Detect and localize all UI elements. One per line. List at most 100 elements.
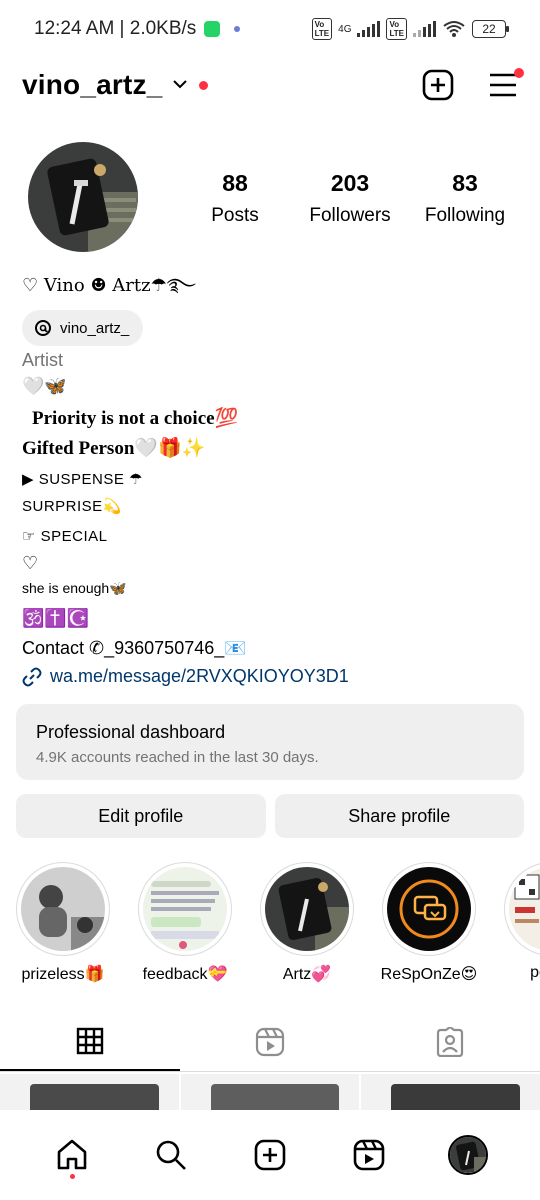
posts-count: 88	[222, 170, 248, 196]
profile-actions: Edit profile Share profile	[16, 794, 524, 838]
highlight-cover	[21, 867, 105, 951]
profile-avatar-small	[448, 1135, 489, 1175]
highlight-ring	[504, 862, 540, 956]
nav-search[interactable]	[141, 1125, 201, 1185]
account-notification-dot	[198, 80, 208, 90]
plus-square-icon	[422, 69, 454, 101]
tab-reels[interactable]	[180, 1012, 360, 1071]
followers-stat[interactable]: 203 Followers	[295, 170, 405, 227]
dashboard-subtitle: 4.9K accounts reached in the last 30 day…	[36, 749, 319, 766]
highlight-label: feedback💝	[142, 966, 228, 983]
battery-level: 22	[482, 22, 496, 36]
bio-link-text: wa.me/message/2RVXQKIOYOY3D1	[50, 666, 349, 686]
threads-icon	[35, 320, 51, 336]
highlight-ring	[16, 862, 110, 956]
dashboard-title: Professional dashboard	[36, 722, 226, 742]
profile-stats: 88 Posts 203 Followers 83 Following	[180, 170, 520, 227]
whatsapp-notification-icon	[204, 21, 221, 37]
username[interactable]: vino_artz_	[22, 69, 163, 101]
profile-category: Artist	[22, 350, 64, 370]
highlight-item[interactable]: pencil	[504, 862, 540, 992]
profile-header: vino_artz_	[22, 62, 524, 108]
posts-stat[interactable]: 88 Posts	[180, 170, 290, 227]
highlight-ring	[260, 862, 354, 956]
reels-icon	[353, 1139, 385, 1171]
highlight-label: Artz💞	[282, 966, 332, 983]
home-icon	[57, 1139, 86, 1170]
bio-line: ♡	[22, 553, 39, 573]
home-notification-dot	[69, 1174, 75, 1179]
network-type: 4G	[338, 23, 352, 35]
highlight-item[interactable]: feedback💝	[138, 862, 232, 992]
signal-icon-2	[413, 21, 436, 37]
grid-icon	[76, 1027, 104, 1054]
highlight-ring	[138, 862, 232, 956]
menu-button[interactable]	[488, 68, 524, 98]
posts-grid	[0, 1074, 540, 1110]
highlight-cover	[265, 867, 349, 951]
highlight-item[interactable]: Artz💞	[260, 862, 354, 992]
profile-avatar[interactable]	[28, 142, 138, 252]
post-thumbnail[interactable]	[361, 1074, 540, 1110]
nav-reels[interactable]	[339, 1125, 399, 1185]
reels-icon	[255, 1027, 285, 1056]
nav-profile[interactable]	[438, 1125, 498, 1185]
notification-dot-icon	[234, 26, 241, 32]
tab-posts-grid[interactable]	[0, 1012, 180, 1071]
bio-line: Priority is not a choice💯	[32, 408, 239, 429]
bio-line: she is enough🦋	[22, 580, 127, 596]
battery-icon: 22	[472, 20, 509, 38]
professional-dashboard[interactable]: Professional dashboard 4.9K accounts rea…	[16, 704, 524, 780]
wifi-icon	[443, 21, 465, 37]
following-count: 83	[452, 170, 478, 196]
volte-icon: Vo LTE	[311, 18, 333, 40]
post-thumbnail[interactable]	[180, 1074, 360, 1110]
signal-icon	[357, 21, 381, 37]
nav-create[interactable]	[240, 1125, 300, 1185]
highlight-cover	[387, 867, 471, 951]
add-post-icon	[254, 1139, 286, 1171]
threads-handle: vino_artz_	[60, 319, 130, 337]
highlight-label: ReSpOnZe😍	[380, 966, 478, 983]
nav-home[interactable]	[42, 1125, 102, 1185]
bio-link[interactable]: wa.me/message/2RVXQKIOYOY3D1	[22, 666, 349, 687]
highlight-cover	[509, 867, 540, 951]
highlight-item[interactable]: prizeless🎁	[16, 862, 110, 992]
hamburger-menu-icon	[490, 73, 516, 97]
highlight-label: pencil	[530, 964, 540, 981]
bio-line: 🤍🦋	[22, 376, 67, 396]
story-highlights: prizeless🎁 feedback💝 Artz💞 ReSpOnZe😍 p	[16, 862, 540, 992]
threads-badge[interactable]: vino_artz_	[22, 310, 144, 346]
following-label: Following	[424, 205, 506, 226]
highlight-ring	[382, 862, 476, 956]
highlight-label: prizeless🎁	[21, 966, 105, 983]
create-button[interactable]	[422, 69, 454, 101]
bio-line: ▶ SUSPENSE ☂	[22, 471, 144, 488]
menu-notification-dot	[514, 68, 524, 78]
bottom-navigation	[0, 1110, 540, 1200]
display-name: ♡ Vino ☻ Artz☂࿐	[22, 275, 196, 296]
highlight-item[interactable]: ReSpOnZe😍	[380, 862, 478, 992]
share-profile-button[interactable]: Share profile	[274, 794, 524, 838]
edit-profile-button[interactable]: Edit profile	[16, 794, 266, 838]
bio-line: Gifted Person🤍🎁✨	[22, 438, 206, 459]
post-thumbnail[interactable]	[0, 1074, 179, 1110]
following-stat[interactable]: 83 Following	[410, 170, 520, 227]
highlight-cover	[143, 867, 227, 951]
profile-tabs	[0, 1012, 540, 1072]
chevron-down-icon[interactable]	[172, 76, 187, 94]
bio-line: SURPRISE💫	[22, 498, 122, 515]
bio-line: ☞ SPECIAL	[22, 528, 108, 545]
status-bar: 12:24 AM | 2.0KB/s Vo LTE 4G Vo LTE 22	[0, 0, 540, 58]
followers-count: 203	[330, 170, 370, 196]
bio-line: 🕉️✝️☪️	[22, 608, 90, 628]
status-time: 12:24 AM | 2.0KB/s	[34, 18, 197, 39]
link-icon	[22, 667, 42, 686]
tagged-icon	[436, 1026, 464, 1057]
tab-tagged[interactable]	[360, 1012, 540, 1071]
search-icon	[156, 1140, 186, 1170]
bio-line: Contact ✆_9360750746_📧	[22, 638, 247, 658]
volte-icon-2: Vo LTE	[386, 18, 407, 40]
posts-label: Posts	[211, 205, 259, 226]
followers-label: Followers	[309, 205, 391, 226]
